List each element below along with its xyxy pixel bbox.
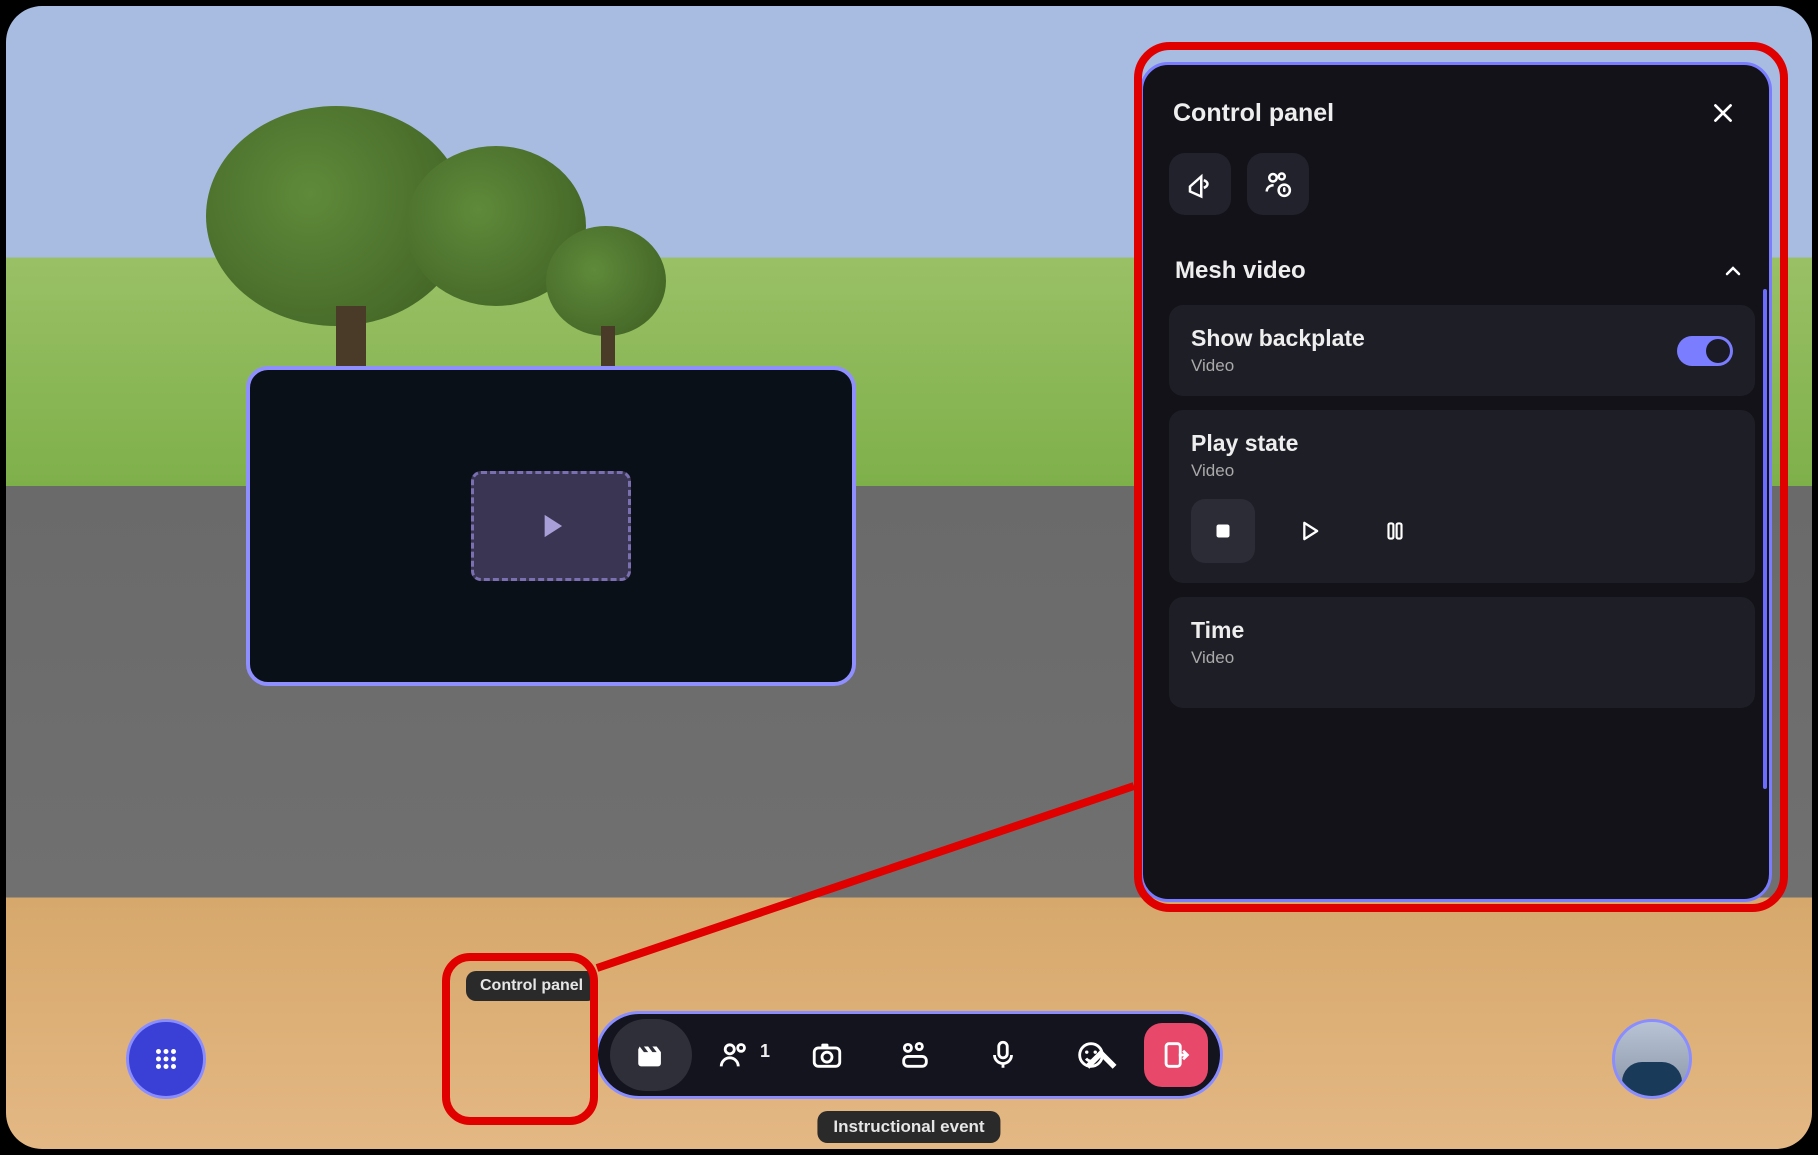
reactions-button[interactable] <box>1050 1019 1132 1091</box>
megaphone-button[interactable] <box>1169 153 1231 215</box>
control-panel-title: Control panel <box>1173 99 1334 128</box>
stop-icon <box>1210 518 1236 544</box>
setting-subtitle: Video <box>1191 648 1733 668</box>
pause-icon <box>1382 518 1408 544</box>
play-state-card: Play state Video <box>1169 410 1755 583</box>
screenshare-button[interactable] <box>874 1019 956 1091</box>
megaphone-icon <box>1185 169 1215 199</box>
pause-button[interactable] <box>1363 499 1427 563</box>
microphone-button[interactable] <box>962 1019 1044 1091</box>
leave-button[interactable] <box>1144 1023 1208 1087</box>
leave-icon <box>1159 1038 1193 1072</box>
tooltip-control-panel: Control panel <box>466 971 597 1001</box>
people-mic-icon <box>1263 169 1293 199</box>
setting-title: Show backplate <box>1191 325 1365 352</box>
chevron-up-icon <box>1084 1043 1118 1077</box>
share-content-icon <box>898 1038 932 1072</box>
backplate-toggle[interactable] <box>1677 336 1733 366</box>
participant-count: 1 <box>760 1041 770 1062</box>
mic-icon <box>986 1038 1020 1072</box>
play-icon <box>1295 517 1323 545</box>
mesh-viewport: 1 <box>6 6 1812 1149</box>
participants-button[interactable]: 1 <box>698 1019 780 1091</box>
backplate-card: Show backplate Video <box>1169 305 1755 396</box>
toggle-knob <box>1706 339 1730 363</box>
main-menu-button[interactable] <box>126 1019 206 1099</box>
grid-icon <box>151 1044 181 1074</box>
play-button[interactable] <box>1277 499 1341 563</box>
setting-title: Time <box>1191 617 1733 644</box>
people-icon <box>717 1038 751 1072</box>
avatar-button[interactable] <box>1612 1019 1692 1099</box>
mute-all-button[interactable] <box>1247 153 1309 215</box>
section-title: Mesh video <box>1175 257 1306 285</box>
setting-subtitle: Video <box>1191 461 1733 481</box>
time-card: Time Video <box>1169 597 1755 708</box>
setting-subtitle: Video <box>1191 356 1365 376</box>
section-header-mesh-video[interactable]: Mesh video <box>1169 237 1755 305</box>
bottom-toolbar: 1 <box>595 1011 1223 1099</box>
chevron-up-icon <box>1721 259 1745 283</box>
event-title-label: Instructional event <box>817 1111 1000 1143</box>
world-video-screen[interactable] <box>246 366 856 686</box>
video-placeholder <box>471 471 631 581</box>
setting-title: Play state <box>1191 430 1733 457</box>
clapperboard-icon <box>634 1038 668 1072</box>
close-button[interactable] <box>1707 97 1739 129</box>
control-panel-button[interactable] <box>610 1019 692 1091</box>
close-icon <box>1710 100 1736 126</box>
play-icon <box>532 507 570 545</box>
camera-button[interactable] <box>786 1019 868 1091</box>
stop-button[interactable] <box>1191 499 1255 563</box>
avatar <box>1622 1062 1682 1099</box>
scrollbar[interactable] <box>1763 289 1767 789</box>
camera-icon <box>810 1038 844 1072</box>
control-panel: Control panel <box>1140 62 1772 902</box>
